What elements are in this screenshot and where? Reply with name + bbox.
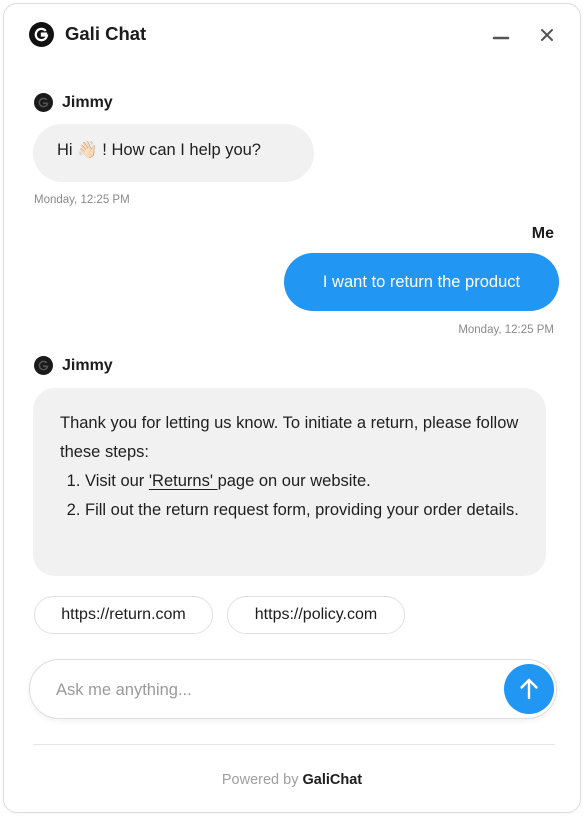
message-timestamp: Monday, 12:25 PM [34,194,130,206]
gali-logo-icon [29,22,54,47]
brand-link[interactable]: GaliChat [302,772,362,788]
avatar [34,356,53,375]
divider [33,744,555,745]
powered-by: Powered by GaliChat [4,772,580,788]
minimize-icon [492,36,510,40]
sender-name: Jimmy [62,356,113,374]
returns-link[interactable]: 'Returns' [149,472,218,490]
suggestion-chip[interactable]: https://return.com [34,596,213,634]
arrow-up-icon [520,678,538,700]
close-button[interactable] [534,22,560,48]
message-text: Thank you for letting us know. To initia… [60,414,519,461]
close-icon [541,29,553,41]
send-button[interactable] [504,664,554,714]
avatar [34,93,53,112]
message-text: ! How can I help you? [97,141,261,159]
message-sender: Me [531,225,554,242]
message-bubble: Thank you for letting us know. To initia… [33,388,546,576]
steps-list: Visit our 'Returns' page on our website.… [60,467,522,525]
chat-header: Gali Chat [4,4,580,66]
message-input[interactable] [54,674,498,706]
chat-title: Gali Chat [65,23,147,44]
minimize-button[interactable] [488,22,514,48]
list-item: Visit our 'Returns' page on our website. [85,467,522,496]
message-sender: Jimmy [34,93,113,112]
chat-widget: Gali Chat Jimmy Hi 👋🏻 ! How can I help y… [3,3,581,813]
wave-emoji: 👋🏻 [77,141,98,159]
sender-name: Jimmy [62,93,113,111]
message-bubble: Hi 👋🏻 ! How can I help you? [33,124,314,182]
message-sender: Jimmy [34,356,113,375]
message-timestamp: Monday, 12:25 PM [458,324,554,336]
list-item: Fill out the return request form, provid… [85,496,522,525]
message-bubble-outgoing: I want to return the product [284,253,559,311]
composer [29,659,557,719]
message-text: Hi [57,141,78,159]
message-text: I want to return the product [322,272,521,291]
suggestion-chip[interactable]: https://policy.com [227,596,405,634]
powered-by-text: Powered by [221,772,299,788]
